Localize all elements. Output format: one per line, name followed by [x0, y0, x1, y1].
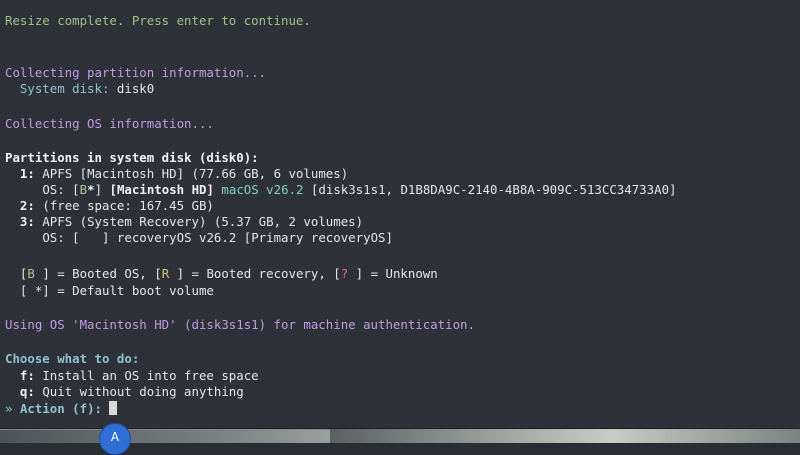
action-prompt-label: Action (f): [19, 401, 102, 416]
partition-1-desc: APFS [Macintosh HD] (77.66 GB, 6 volumes… [42, 166, 349, 181]
partition-3-os-label: OS: [42, 230, 65, 245]
partition-1-os-bracket-close: ] [94, 182, 103, 197]
system-disk-value: disk0 [116, 81, 155, 96]
option-q-text: Quit without doing anything [42, 384, 244, 399]
partition-1-number: 1: [19, 166, 35, 181]
system-disk-label: System disk: [19, 81, 110, 96]
prompt-arrow: » [5, 401, 13, 416]
terminal-window[interactable]: Resize complete. Press enter to continue… [0, 0, 800, 429]
option-f-text: Install an OS into free space [42, 368, 259, 383]
partition-1-os-label: OS: [42, 182, 65, 197]
action-prompt-line[interactable]: » Action (f): [5, 401, 118, 417]
partitions-header: Partitions in system disk (disk0): [5, 150, 259, 165]
legend-booted-text: ] = Booted OS, [ [34, 266, 162, 281]
user-avatar-badge[interactable]: A [99, 423, 131, 455]
using-os-line: Using OS 'Macintosh HD' (disk3s1s1) for … [5, 317, 475, 332]
partition-1-os-default-flag: * [87, 182, 95, 197]
partition-2-line: 2: (free space: 167.45 GB) [5, 198, 214, 214]
legend-default-text: [ *] = Default boot volume [19, 283, 214, 298]
text-cursor[interactable] [109, 401, 118, 415]
partition-3-os-line: OS: [ ] recoveryOS v26.2 [Primary recove… [5, 230, 393, 246]
partition-1-os-bracket-open: [ [72, 182, 80, 197]
partition-1-os-version: macOS v26.2 [221, 182, 304, 197]
legend-default-line: [ *] = Default boot volume [5, 283, 214, 299]
partition-2-number: 2: [19, 198, 35, 213]
option-f-line: f: Install an OS into free space [5, 368, 259, 384]
option-q-key: q: [19, 384, 35, 399]
partition-3-line: 3: APFS (System Recovery) (5.37 GB, 2 vo… [5, 214, 363, 230]
partition-3-desc: APFS (System Recovery) (5.37 GB, 2 volum… [42, 214, 364, 229]
legend-unknown-text: ] = Unknown [348, 266, 438, 281]
legend-line: [B ] = Booted OS, [R ] = Booted recovery… [5, 266, 438, 282]
collecting-partition-line: Collecting partition information... [5, 65, 267, 80]
partition-1-os-line: OS: [B*] [Macintosh HD] macOS v26.2 [dis… [5, 182, 676, 198]
partition-3-number: 3: [19, 214, 35, 229]
partition-1-os-booted-flag: B [79, 182, 88, 197]
legend-booted-flag: B [27, 266, 35, 281]
collecting-os-line: Collecting OS information... [5, 116, 214, 131]
partition-1-os-name: [Macintosh HD] [109, 182, 214, 197]
partition-2-desc: (free space: 167.45 GB) [42, 198, 214, 213]
choose-header: Choose what to do: [5, 351, 140, 366]
legend-recovery-text: ] = Booted recovery, [ [169, 266, 341, 281]
partition-1-line: 1: APFS [Macintosh HD] (77.66 GB, 6 volu… [5, 166, 348, 182]
partition-3-os-rest: [ ] recoveryOS v26.2 [Primary recoveryOS… [72, 230, 393, 245]
system-disk-line: System disk: disk0 [5, 81, 154, 97]
option-q-line: q: Quit without doing anything [5, 384, 244, 400]
resize-message: Resize complete. Press enter to continue… [5, 13, 311, 28]
wallpaper-rocks-right [330, 428, 800, 443]
partition-1-os-id: [disk3s1s1, D1B8DA9C-2140-4B8A-909C-513C… [310, 182, 677, 197]
option-f-key: f: [19, 368, 35, 383]
wallpaper-rocks-left [0, 430, 330, 443]
